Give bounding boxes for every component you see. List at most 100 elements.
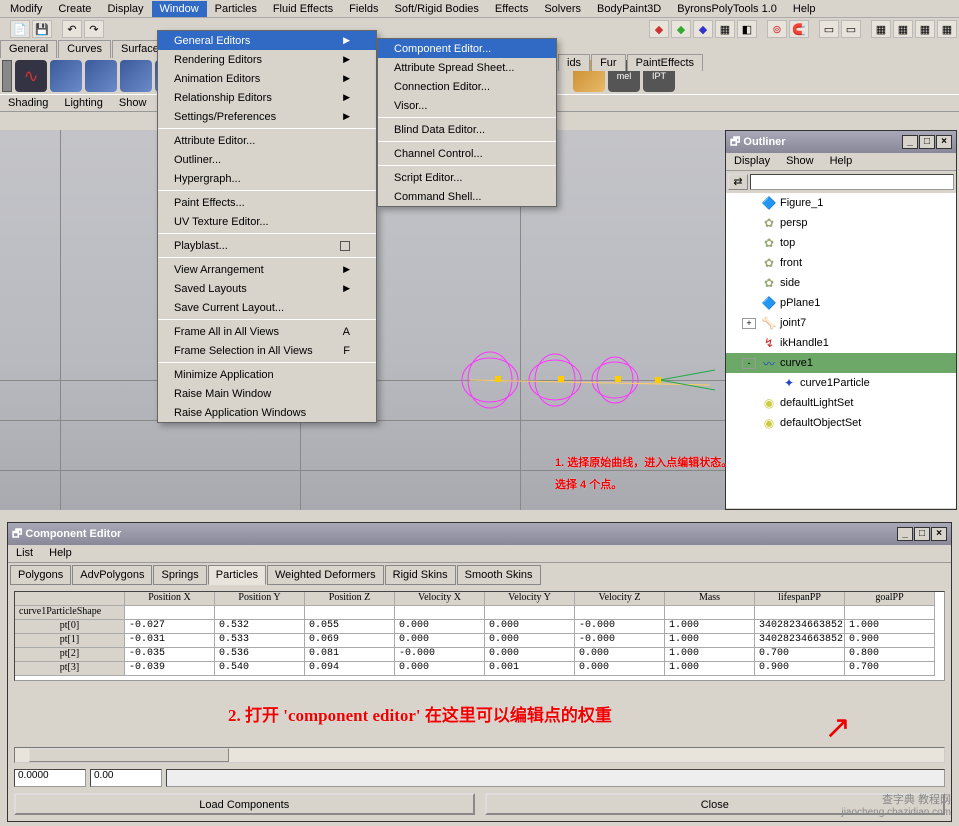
minimize-button[interactable]: _ (897, 527, 913, 541)
value-field-2[interactable]: 0.00 (90, 769, 162, 787)
table-cell[interactable]: 0.000 (395, 662, 485, 676)
table-cell[interactable]: 0.000 (395, 620, 485, 634)
ce-menu-list[interactable]: List (8, 545, 41, 562)
shelf-icon[interactable] (50, 60, 82, 92)
expand-icon[interactable]: - (742, 358, 756, 369)
menu-item[interactable]: Blind Data Editor... (378, 120, 556, 139)
outliner-item[interactable]: 🔷Figure_1 (726, 193, 956, 213)
shelf-icon[interactable] (85, 60, 117, 92)
load-components-button[interactable]: Load Components (14, 793, 475, 815)
outliner-item[interactable]: ↯ikHandle1 (726, 333, 956, 353)
outliner-menu-display[interactable]: Display (726, 153, 778, 170)
table-cell[interactable]: 0.081 (305, 648, 395, 662)
toolbar-button[interactable]: ↶ (62, 20, 82, 38)
table-cell[interactable]: -0.035 (125, 648, 215, 662)
table-cell[interactable]: -0.031 (125, 634, 215, 648)
shelf-tab-painteffects[interactable]: PaintEffects (627, 54, 704, 71)
outliner-item[interactable]: ✿persp (726, 213, 956, 233)
table-cell[interactable]: 0.700 (845, 662, 935, 676)
outliner-tree[interactable]: 🔷Figure_1✿persp✿top✿front✿side🔷pPlane1+🦴… (726, 193, 956, 508)
table-cell[interactable]: 0.540 (215, 662, 305, 676)
table-cell[interactable]: 0.000 (395, 634, 485, 648)
row-header[interactable]: pt[2] (15, 648, 125, 662)
menu-item[interactable]: Outliner... (158, 150, 376, 169)
ce-tab-rigid-skins[interactable]: Rigid Skins (385, 565, 456, 585)
table-cell[interactable]: 0.055 (305, 620, 395, 634)
menu-soft-rigid-bodies[interactable]: Soft/Rigid Bodies (387, 1, 487, 17)
toolbar-button[interactable]: 💾 (32, 20, 52, 38)
outliner-item[interactable]: -〰curve1 (726, 353, 956, 373)
outliner-item[interactable]: 🔷pPlane1 (726, 293, 956, 313)
row-header[interactable]: pt[3] (15, 662, 125, 676)
outliner-item[interactable]: ✿top (726, 233, 956, 253)
ce-menu-help[interactable]: Help (41, 545, 80, 562)
menu-item[interactable]: Channel Control... (378, 144, 556, 163)
table-cell[interactable]: 0.900 (755, 662, 845, 676)
expand-icon[interactable]: + (742, 318, 756, 329)
menu-item[interactable]: Animation Editors▶ (158, 69, 376, 88)
table-cell[interactable]: 0.000 (485, 648, 575, 662)
row-header[interactable]: pt[1] (15, 634, 125, 648)
close-button[interactable]: × (936, 135, 952, 149)
menu-item[interactable]: General Editors▶ (158, 31, 376, 50)
ce-tab-smooth-skins[interactable]: Smooth Skins (457, 565, 541, 585)
table-cell[interactable]: 0.000 (485, 634, 575, 648)
shelf-icon[interactable]: ∿ (15, 60, 47, 92)
menu-item[interactable]: Connection Editor... (378, 77, 556, 96)
table-cell[interactable]: 0.000 (575, 648, 665, 662)
table-cell[interactable]: -0.000 (395, 648, 485, 662)
toolbar-button[interactable]: 🧲 (789, 20, 809, 38)
menu-display[interactable]: Display (99, 1, 151, 17)
menu-item[interactable]: Raise Application Windows (158, 403, 376, 422)
outliner-item[interactable]: ◉defaultObjectSet (726, 413, 956, 433)
toolbar-button[interactable]: ▦ (715, 20, 735, 38)
component-editor-table[interactable]: Position XPosition YPosition ZVelocity X… (14, 591, 945, 681)
panel-menu-lighting[interactable]: Lighting (56, 95, 111, 111)
component-editor-titlebar[interactable]: 🗗 Component Editor _ □ × (8, 523, 951, 545)
table-cell[interactable]: 0.000 (575, 662, 665, 676)
column-header[interactable]: Position X (125, 592, 215, 606)
table-cell[interactable]: 0.001 (485, 662, 575, 676)
table-cell[interactable]: 0.536 (215, 648, 305, 662)
shelf-tab-curves[interactable]: Curves (58, 40, 111, 58)
menu-bodypaint3d[interactable]: BodyPaint3D (589, 1, 669, 17)
toolbar-button[interactable]: ◆ (649, 20, 669, 38)
ce-tab-weighted-deformers[interactable]: Weighted Deformers (267, 565, 384, 585)
shelf-tab-ids[interactable]: ids (558, 54, 590, 71)
table-cell[interactable]: 0.094 (305, 662, 395, 676)
menu-fluid-effects[interactable]: Fluid Effects (265, 1, 341, 17)
menu-item[interactable]: Attribute Editor... (158, 131, 376, 150)
menu-item[interactable]: Script Editor... (378, 168, 556, 187)
table-cell[interactable]: -0.039 (125, 662, 215, 676)
table-cell[interactable]: 1.000 (665, 662, 755, 676)
menu-create[interactable]: Create (50, 1, 99, 17)
toolbar-button[interactable]: ▦ (915, 20, 935, 38)
shelf-handle[interactable] (2, 60, 12, 92)
menu-item[interactable]: Saved Layouts▶ (158, 279, 376, 298)
menu-item[interactable]: UV Texture Editor... (158, 212, 376, 231)
maximize-button[interactable]: □ (919, 135, 935, 149)
menu-item[interactable]: Settings/Preferences▶ (158, 107, 376, 126)
menu-effects[interactable]: Effects (487, 1, 536, 17)
menu-item[interactable]: Frame All in All ViewsA (158, 322, 376, 341)
column-header[interactable]: Velocity Z (575, 592, 665, 606)
table-cell[interactable]: -0.000 (575, 634, 665, 648)
menu-item[interactable]: Raise Main Window (158, 384, 376, 403)
outliner-search-input[interactable] (750, 174, 954, 190)
option-box-icon[interactable] (340, 241, 350, 251)
toolbar-button[interactable]: ▦ (893, 20, 913, 38)
menu-item[interactable]: Attribute Spread Sheet... (378, 58, 556, 77)
menu-fields[interactable]: Fields (341, 1, 386, 17)
ce-tab-springs[interactable]: Springs (153, 565, 206, 585)
table-cell[interactable]: 1.000 (845, 620, 935, 634)
menu-help[interactable]: Help (785, 1, 824, 17)
toolbar-button[interactable]: ▦ (871, 20, 891, 38)
outliner-item[interactable]: ✿front (726, 253, 956, 273)
table-cell[interactable]: 0.533 (215, 634, 305, 648)
menu-particles[interactable]: Particles (207, 1, 265, 17)
toolbar-button[interactable]: ⊚ (767, 20, 787, 38)
table-cell[interactable]: 1.000 (665, 620, 755, 634)
row-header[interactable]: pt[0] (15, 620, 125, 634)
table-cell[interactable]: 0.800 (845, 648, 935, 662)
menu-item[interactable]: Minimize Application (158, 365, 376, 384)
